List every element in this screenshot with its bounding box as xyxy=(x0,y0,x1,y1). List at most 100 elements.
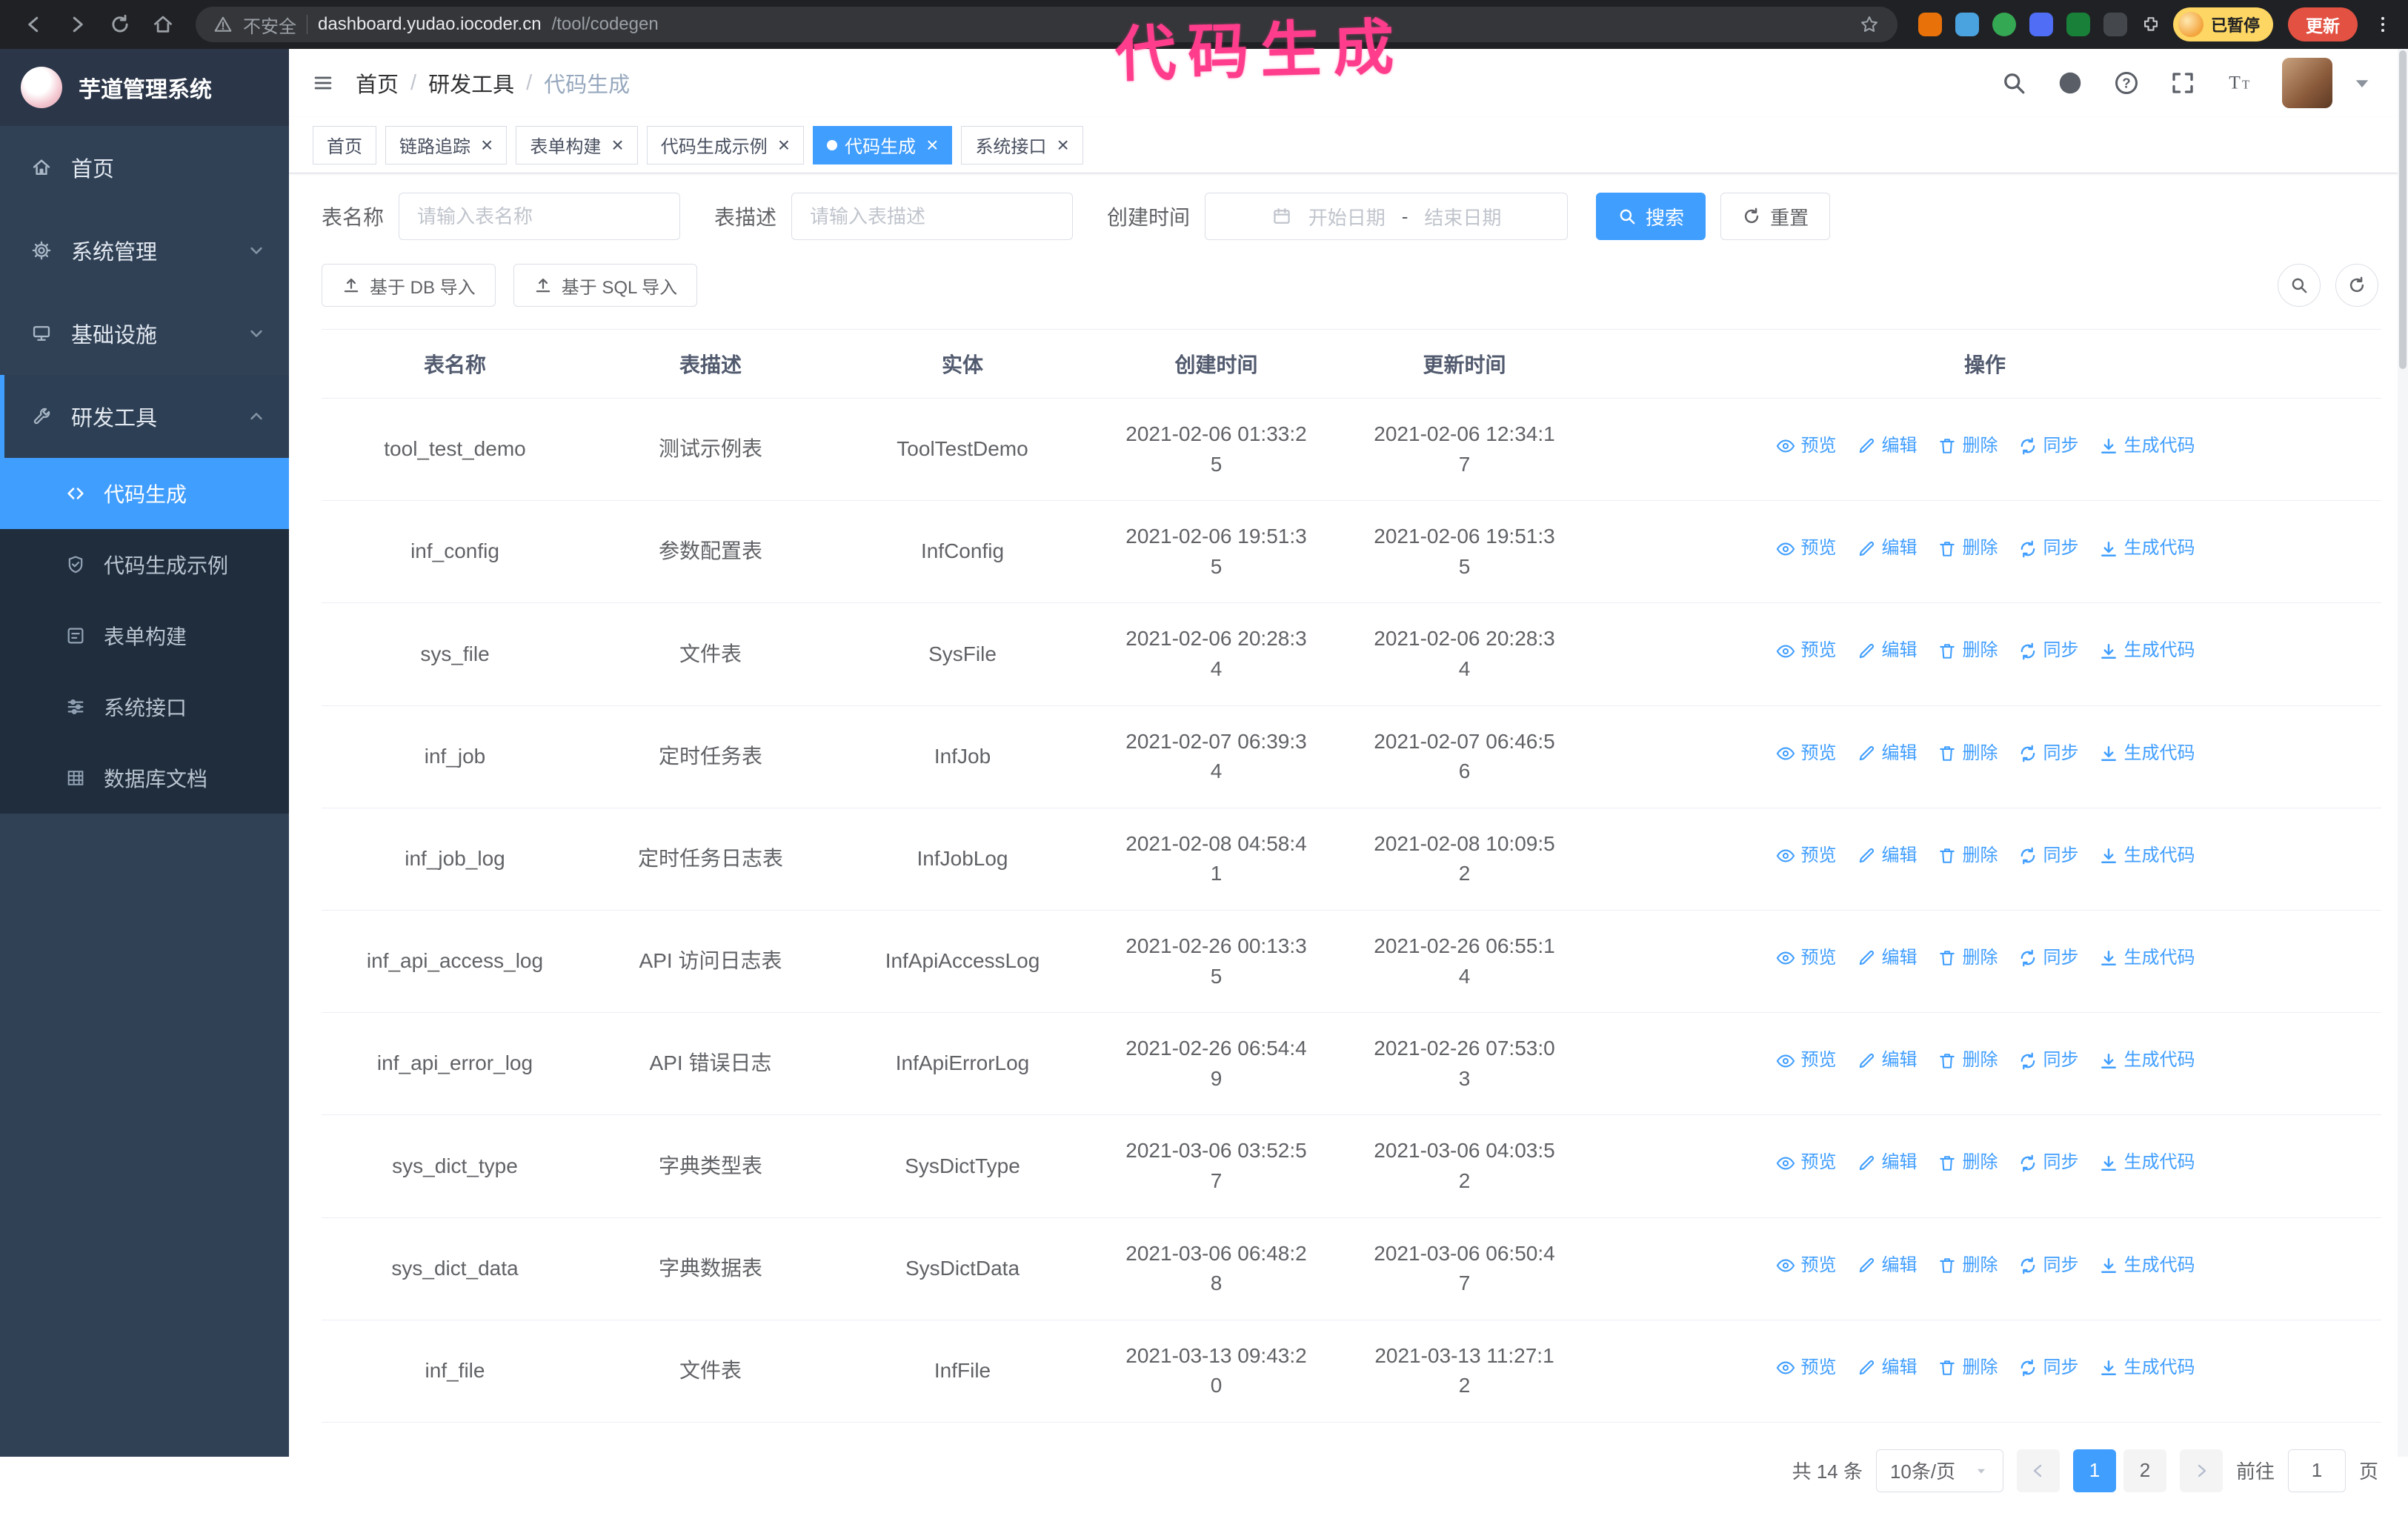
table-name-input[interactable] xyxy=(399,193,681,240)
generate-code-link[interactable]: 生成代码 xyxy=(2098,1048,2195,1074)
search-icon[interactable] xyxy=(2000,70,2027,96)
extension-icon[interactable] xyxy=(1955,13,1979,36)
address-bar[interactable]: 不安全 dashboard.yudao.iocoder.cn/tool/code… xyxy=(196,7,1898,42)
sidebar-item-infra[interactable]: 基础设施 xyxy=(0,292,289,375)
scrollbar-thumb[interactable] xyxy=(2399,50,2407,369)
preview-link[interactable]: 预览 xyxy=(1775,536,1837,562)
generate-code-link[interactable]: 生成代码 xyxy=(2098,843,2195,869)
browser-reload-button[interactable] xyxy=(101,5,139,44)
edit-link[interactable]: 编辑 xyxy=(1856,945,1918,971)
prev-page-button[interactable] xyxy=(2016,1449,2060,1492)
tab-close-icon[interactable]: × xyxy=(611,134,623,156)
preview-link[interactable]: 预览 xyxy=(1775,741,1837,767)
sync-link[interactable]: 同步 xyxy=(2018,536,2079,562)
edit-link[interactable]: 编辑 xyxy=(1856,741,1918,767)
delete-link[interactable]: 删除 xyxy=(1937,741,1998,767)
tab-codegen[interactable]: 代码生成 × xyxy=(813,125,953,164)
extensions-puzzle-icon[interactable] xyxy=(2141,14,2161,35)
browser-menu-icon[interactable] xyxy=(2372,14,2393,35)
preview-link[interactable]: 预览 xyxy=(1775,1150,1837,1176)
page-size-select[interactable]: 10条/页 xyxy=(1875,1449,2003,1492)
sync-link[interactable]: 同步 xyxy=(2018,1048,2079,1074)
breadcrumb-item[interactable]: 研发工具 xyxy=(428,67,514,99)
tab-form-builder[interactable]: 表单构建 × xyxy=(516,125,638,164)
delete-link[interactable]: 删除 xyxy=(1937,536,1998,562)
search-button[interactable]: 搜索 xyxy=(1596,193,1706,240)
sidebar-subitem-codegen[interactable]: 代码生成 xyxy=(0,458,289,529)
table-desc-input[interactable] xyxy=(791,193,1074,240)
hamburger-icon[interactable] xyxy=(313,73,333,93)
delete-link[interactable]: 删除 xyxy=(1937,843,1998,869)
sidebar-item-home[interactable]: 首页 xyxy=(0,126,289,209)
sidebar-subitem-db-doc[interactable]: 数据库文档 xyxy=(0,742,289,814)
delete-link[interactable]: 删除 xyxy=(1937,1253,1998,1279)
tab-close-icon[interactable]: × xyxy=(926,134,938,156)
edit-link[interactable]: 编辑 xyxy=(1856,536,1918,562)
date-range-picker[interactable]: 开始日期 - 结束日期 xyxy=(1205,193,1569,240)
tab-codegen-example[interactable]: 代码生成示例 × xyxy=(646,125,805,164)
preview-link[interactable]: 预览 xyxy=(1775,433,1837,459)
browser-home-button[interactable] xyxy=(144,5,182,44)
delete-link[interactable]: 删除 xyxy=(1937,638,1998,664)
scrollbar[interactable] xyxy=(2398,49,2408,1457)
tab-system-api[interactable]: 系统接口 × xyxy=(961,125,1083,164)
delete-link[interactable]: 删除 xyxy=(1937,1150,1998,1176)
sync-link[interactable]: 同步 xyxy=(2018,638,2079,664)
extension-icon[interactable] xyxy=(2103,13,2127,36)
reset-button[interactable]: 重置 xyxy=(1720,193,1831,240)
tab-home[interactable]: 首页 xyxy=(313,125,376,164)
edit-link[interactable]: 编辑 xyxy=(1856,638,1918,664)
browser-forward-button[interactable] xyxy=(58,5,96,44)
sync-link[interactable]: 同步 xyxy=(2018,843,2079,869)
page-button-1[interactable]: 1 xyxy=(2072,1449,2116,1492)
sync-link[interactable]: 同步 xyxy=(2018,741,2079,767)
github-icon[interactable] xyxy=(2057,70,2083,96)
sync-link[interactable]: 同步 xyxy=(2018,1150,2079,1176)
chrome-update-button[interactable]: 更新 xyxy=(2288,7,2358,41)
edit-link[interactable]: 编辑 xyxy=(1856,1150,1918,1176)
app-logo[interactable]: 芋道管理系统 xyxy=(0,49,289,126)
bookmark-star-icon[interactable] xyxy=(1859,14,1880,35)
font-size-icon[interactable] xyxy=(2226,70,2252,96)
edit-link[interactable]: 编辑 xyxy=(1856,433,1918,459)
delete-link[interactable]: 删除 xyxy=(1937,433,1998,459)
page-button-2[interactable]: 2 xyxy=(2123,1449,2166,1492)
import-db-button[interactable]: 基于 DB 导入 xyxy=(322,264,496,307)
delete-link[interactable]: 删除 xyxy=(1937,1355,1998,1381)
preview-link[interactable]: 预览 xyxy=(1775,1355,1837,1381)
tab-close-icon[interactable]: × xyxy=(1057,134,1068,156)
tab-close-icon[interactable]: × xyxy=(778,134,790,156)
generate-code-link[interactable]: 生成代码 xyxy=(2098,741,2195,767)
edit-link[interactable]: 编辑 xyxy=(1856,1048,1918,1074)
sync-link[interactable]: 同步 xyxy=(2018,945,2079,971)
delete-link[interactable]: 删除 xyxy=(1937,945,1998,971)
generate-code-link[interactable]: 生成代码 xyxy=(2098,536,2195,562)
edit-link[interactable]: 编辑 xyxy=(1856,1253,1918,1279)
preview-link[interactable]: 预览 xyxy=(1775,843,1837,869)
sidebar-subitem-form-builder[interactable]: 表单构建 xyxy=(0,600,289,671)
tab-trace[interactable]: 链路追踪 × xyxy=(385,125,508,164)
preview-link[interactable]: 预览 xyxy=(1775,1253,1837,1279)
extension-icon[interactable] xyxy=(1918,13,1942,36)
sidebar-item-system[interactable]: 系统管理 xyxy=(0,209,289,292)
generate-code-link[interactable]: 生成代码 xyxy=(2098,638,2195,664)
generate-code-link[interactable]: 生成代码 xyxy=(2098,1150,2195,1176)
fullscreen-icon[interactable] xyxy=(2169,70,2196,96)
browser-back-button[interactable] xyxy=(15,5,53,44)
sync-link[interactable]: 同步 xyxy=(2018,1355,2079,1381)
extension-icon[interactable] xyxy=(2029,13,2053,36)
extension-icon[interactable] xyxy=(1992,13,2016,36)
next-page-button[interactable] xyxy=(2179,1449,2223,1492)
generate-code-link[interactable]: 生成代码 xyxy=(2098,1253,2195,1279)
preview-link[interactable]: 预览 xyxy=(1775,638,1837,664)
toggle-search-button[interactable] xyxy=(2278,264,2321,307)
edit-link[interactable]: 编辑 xyxy=(1856,1355,1918,1381)
sidebar-item-devtools[interactable]: 研发工具 xyxy=(0,375,289,458)
generate-code-link[interactable]: 生成代码 xyxy=(2098,1355,2195,1381)
sidebar-subitem-codegen-example[interactable]: 代码生成示例 xyxy=(0,529,289,600)
goto-page-input[interactable] xyxy=(2287,1449,2346,1492)
user-avatar[interactable] xyxy=(2282,58,2332,108)
profile-chip[interactable]: 已暂停 xyxy=(2172,7,2273,41)
tab-close-icon[interactable]: × xyxy=(481,134,493,156)
avatar-caret-icon[interactable] xyxy=(2349,70,2375,96)
